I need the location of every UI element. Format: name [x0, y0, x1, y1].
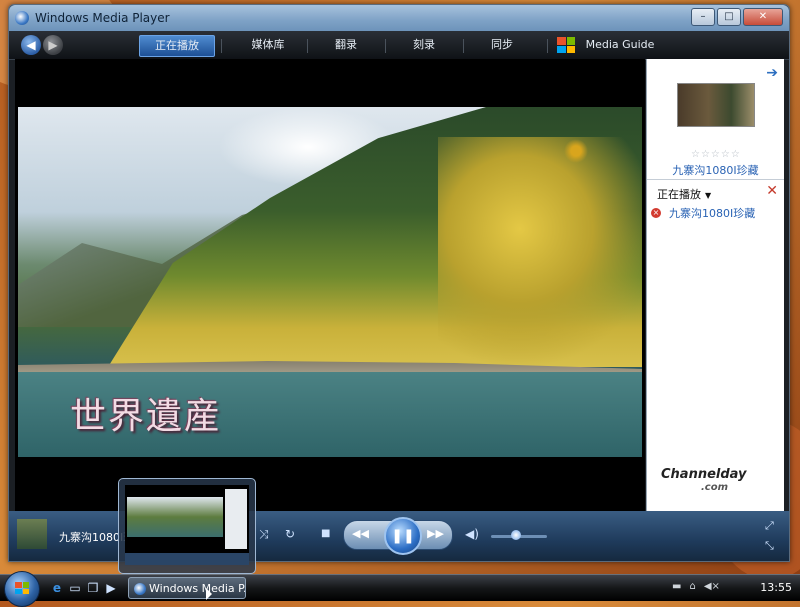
window-controls: – □ ✕: [691, 8, 783, 26]
wmp-icon: [134, 583, 146, 595]
channel-logo-icon: [564, 139, 588, 163]
thumbnail-video: [127, 497, 223, 537]
chevron-down-icon: ▼: [705, 191, 712, 200]
wmp-icon[interactable]: ▶: [104, 581, 118, 595]
network-tray-icon[interactable]: ⌂: [689, 581, 695, 592]
play-pause-button[interactable]: ❚❚: [384, 517, 422, 555]
video-frame[interactable]: 世界遺産: [18, 107, 642, 457]
maximize-button[interactable]: □: [717, 8, 741, 26]
error-icon: ×: [651, 208, 661, 218]
mini-mode-icon[interactable]: ⤡: [765, 539, 774, 553]
taskbar-button-label: Windows Media P...: [149, 582, 246, 595]
show-desktop-icon[interactable]: ▭: [68, 581, 82, 595]
pane-divider: [647, 179, 784, 180]
list-pane: ➔ ☆☆☆☆☆ 九寨沟1080I珍藏 正在播放 ▼ ✕ × 九寨沟1080I珍藏 …: [646, 59, 784, 511]
playlist-header[interactable]: 正在播放 ▼: [657, 186, 711, 202]
brand-logo: Channelday .com: [661, 467, 771, 499]
volume-slider-thumb[interactable]: [511, 530, 522, 540]
tab-divider: [463, 39, 464, 53]
playlist-header-label: 正在播放: [657, 188, 701, 201]
now-playing-thumbnail[interactable]: [17, 519, 47, 549]
start-button[interactable]: [4, 571, 40, 607]
tab-divider: [307, 39, 308, 53]
tab-media-guide[interactable]: Media Guide: [583, 35, 657, 55]
brand-line1: Channelday: [661, 467, 747, 482]
album-title[interactable]: 九寨沟1080I珍藏: [647, 162, 784, 178]
stop-icon[interactable]: ■: [321, 528, 330, 539]
title-bar[interactable]: Windows Media Player – □ ✕: [9, 5, 789, 31]
brand-line2: .com: [701, 482, 729, 493]
windows-logo-icon: [557, 37, 575, 53]
tab-rip[interactable]: 翻录: [309, 35, 383, 55]
rating-stars[interactable]: ☆☆☆☆☆: [691, 149, 741, 160]
thumbnail-content: [125, 485, 249, 565]
pane-toggle-arrow-icon[interactable]: ➔: [766, 65, 778, 81]
list-item[interactable]: × 九寨沟1080I珍藏: [651, 205, 755, 221]
thumbnail-controls: [125, 553, 249, 565]
previous-button[interactable]: ◀◀: [352, 527, 369, 540]
forward-arrow-icon[interactable]: ▶: [43, 35, 63, 55]
tab-burn[interactable]: 刻录: [387, 35, 461, 55]
minimize-button[interactable]: –: [691, 8, 715, 26]
close-button[interactable]: ✕: [743, 8, 783, 26]
tab-divider: [221, 39, 222, 53]
album-art[interactable]: [677, 83, 755, 127]
taskbar-button-wmp[interactable]: Windows Media P...: [128, 577, 246, 599]
windows-logo-icon: [15, 582, 29, 594]
tab-divider: [547, 39, 548, 53]
window-title: Windows Media Player: [35, 11, 170, 25]
switch-windows-icon[interactable]: ❐: [86, 581, 100, 595]
transport-cluster: ◀◀ ❚❚ ▶▶: [343, 517, 453, 555]
video-caption: 世界遺産: [70, 396, 223, 437]
list-item-label: 九寨沟1080I珍藏: [669, 207, 756, 220]
back-arrow-icon[interactable]: ◀: [21, 35, 41, 55]
video-area[interactable]: 世界遺産: [15, 59, 645, 511]
mouse-cursor: [206, 588, 212, 600]
shuffle-icon[interactable]: ⤨: [259, 527, 269, 542]
taskbar-thumbnail-preview[interactable]: [118, 478, 256, 574]
taskbar: e ▭ ❐ ▶ Windows Media P... ▬ ⌂ ◀× 13:55: [0, 571, 800, 607]
tab-divider: [385, 39, 386, 53]
tab-sync[interactable]: 同步: [465, 35, 539, 55]
keyboard-tray-icon[interactable]: ▬: [672, 581, 681, 592]
nav-bar: ◀ ▶ 正在播放 媒体库 翻录 刻录 同步 Media Guide: [9, 31, 789, 60]
wmp-app-icon: [15, 11, 29, 25]
repeat-icon[interactable]: ↻: [285, 527, 295, 541]
clear-list-icon[interactable]: ✕: [766, 183, 778, 199]
clock[interactable]: 13:55: [760, 581, 792, 594]
video-scene-trees: [438, 137, 642, 367]
tab-now-playing[interactable]: 正在播放: [139, 35, 215, 57]
next-button[interactable]: ▶▶: [427, 527, 444, 540]
thumbnail-pane: [225, 489, 247, 549]
tab-library[interactable]: 媒体库: [231, 35, 305, 55]
ie-icon[interactable]: e: [50, 581, 64, 595]
fullscreen-icon[interactable]: ⤢: [765, 519, 774, 533]
system-tray: ▬ ⌂ ◀×: [672, 581, 720, 592]
volume-tray-icon[interactable]: ◀×: [704, 581, 720, 592]
volume-icon[interactable]: ◀): [465, 527, 479, 541]
